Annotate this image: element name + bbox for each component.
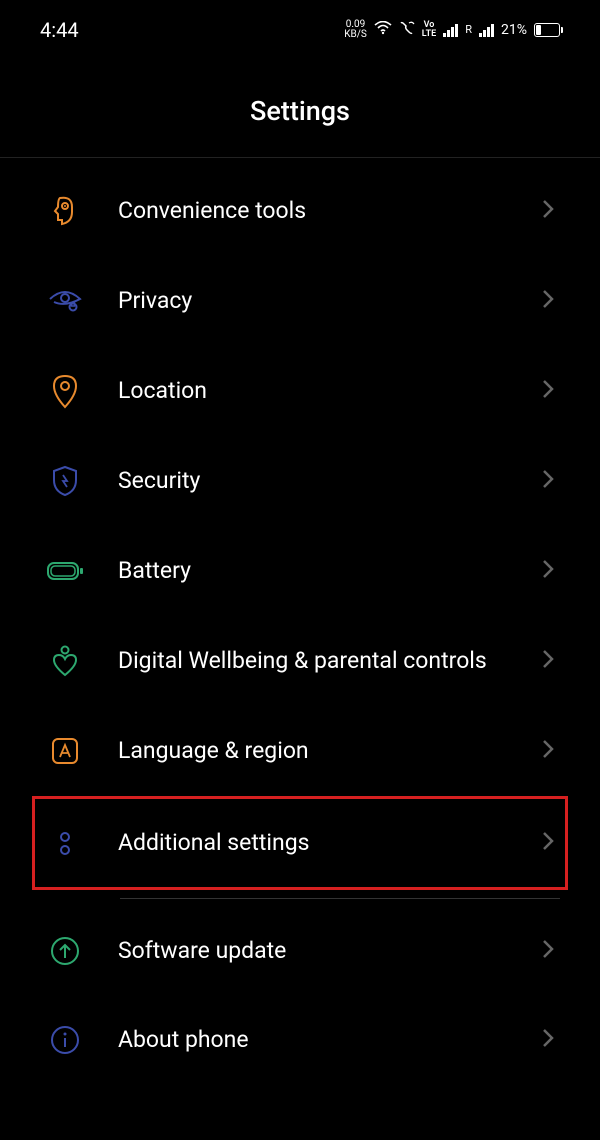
heart-icon (45, 641, 85, 681)
item-label: Language & region (118, 736, 541, 766)
chevron-right-icon (541, 557, 555, 585)
item-label: Additional settings (118, 828, 541, 858)
roaming-indicator: R (465, 23, 472, 36)
item-label: Convenience tools (118, 196, 541, 226)
infocircle-icon (45, 1020, 85, 1060)
settings-item-language-region[interactable]: Language & region (0, 706, 600, 796)
chevron-right-icon (541, 1026, 555, 1054)
eye-icon (45, 281, 85, 321)
item-label: About phone (118, 1025, 541, 1055)
signal-icon-1 (443, 23, 458, 37)
status-indicators: 0.09 KB/S Vo LTE R 21% (344, 20, 560, 40)
item-label: Software update (118, 936, 541, 966)
settings-item-battery[interactable]: Battery (0, 526, 600, 616)
item-label: Battery (118, 556, 541, 586)
settings-item-convenience-tools[interactable]: Convenience tools (0, 166, 600, 256)
call-wifi-icon (399, 21, 415, 38)
settings-item-security[interactable]: Security (0, 436, 600, 526)
shield-icon (45, 461, 85, 501)
head-icon (45, 191, 85, 231)
battery-percentage: 21% (501, 22, 527, 38)
chevron-right-icon (541, 287, 555, 315)
pin-icon (45, 371, 85, 411)
battery-icon (45, 551, 85, 591)
settings-item-software-update[interactable]: Software update (0, 899, 600, 995)
chevron-right-icon (541, 377, 555, 405)
item-label: Security (118, 466, 541, 496)
status-time: 4:44 (40, 18, 79, 42)
item-label: Location (118, 376, 541, 406)
settings-item-privacy[interactable]: Privacy (0, 256, 600, 346)
wifi-icon (374, 21, 392, 38)
signal-icon-2 (479, 23, 494, 37)
page-title: Settings (0, 55, 600, 158)
settings-item-additional-settings[interactable]: Additional settings (32, 796, 568, 890)
chevron-right-icon (541, 197, 555, 225)
item-label: Digital Wellbeing & parental controls (118, 646, 541, 676)
upcircle-icon (45, 931, 85, 971)
settings-item-digital-wellbeing[interactable]: Digital Wellbeing & parental controls (0, 616, 600, 706)
data-speed-indicator: 0.09 KB/S (344, 20, 367, 40)
settings-list: Convenience tools Privacy Location Secur… (0, 158, 600, 1085)
status-bar: 4:44 0.09 KB/S Vo LTE R 21% (0, 0, 600, 55)
letter-icon (45, 731, 85, 771)
volte-indicator: Vo LTE (422, 21, 436, 39)
chevron-right-icon (541, 937, 555, 965)
dots-icon (45, 823, 85, 863)
chevron-right-icon (541, 647, 555, 675)
settings-item-about-phone[interactable]: About phone (0, 995, 600, 1085)
item-label: Privacy (118, 286, 541, 316)
chevron-right-icon (541, 467, 555, 495)
chevron-right-icon (541, 737, 555, 765)
battery-icon (534, 23, 560, 37)
chevron-right-icon (541, 829, 555, 857)
settings-item-location[interactable]: Location (0, 346, 600, 436)
